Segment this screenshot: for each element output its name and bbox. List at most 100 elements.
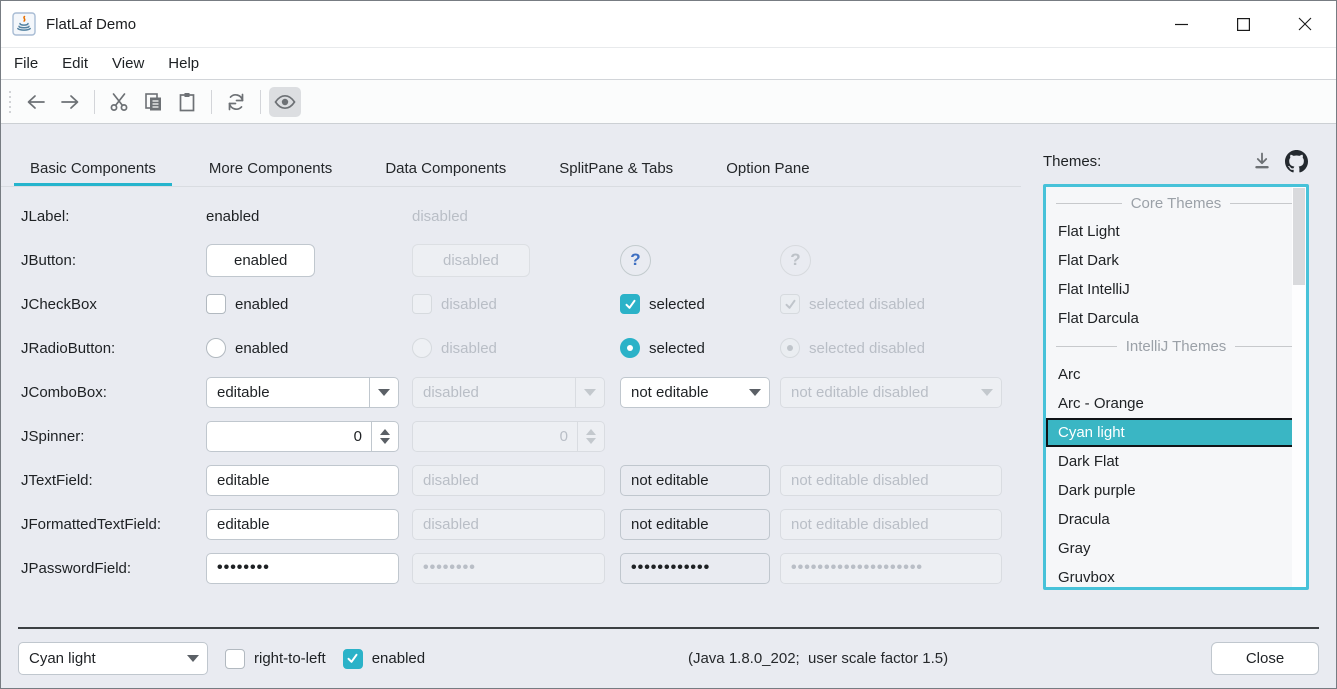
- show-hidden-toggle[interactable]: [269, 87, 301, 117]
- radio-label: selected disabled: [809, 340, 925, 357]
- combobox-not-editable[interactable]: not editable: [620, 377, 770, 408]
- row-label: JFormattedTextField:: [21, 516, 206, 533]
- checkbox-label: selected disabled: [809, 296, 925, 313]
- eye-icon: [282, 98, 288, 104]
- theme-item-gruvbox[interactable]: Gruvbox: [1046, 563, 1306, 590]
- check-icon: [780, 294, 800, 314]
- spinner-value: 0: [413, 428, 577, 445]
- radio-disabled: disabled: [412, 338, 620, 358]
- combobox-dropdown-button[interactable]: [178, 643, 207, 674]
- row-label: JPasswordField:: [21, 560, 206, 577]
- bottom-bar: Cyan light right-to-left enabled (Java 1…: [1, 627, 1336, 688]
- combobox-editable[interactable]: editable: [206, 377, 399, 408]
- enabled-checkbox[interactable]: enabled: [343, 649, 425, 669]
- formatted-field-not-editable-disabled: not editable disabled: [780, 509, 1002, 540]
- theme-item-dark-flat[interactable]: Dark Flat: [1046, 447, 1306, 476]
- help-button[interactable]: ?: [620, 245, 651, 276]
- password-field-editable[interactable]: ••••••••: [206, 553, 399, 584]
- right-to-left-checkbox[interactable]: right-to-left: [225, 649, 326, 669]
- formatted-field-disabled: disabled: [412, 509, 605, 540]
- radio-label: selected: [649, 340, 705, 357]
- theme-item-flat-intellij[interactable]: Flat IntelliJ: [1046, 275, 1306, 304]
- theme-item-flat-light[interactable]: Flat Light: [1046, 217, 1306, 246]
- jbutton-enabled[interactable]: enabled: [206, 244, 315, 277]
- row-label: JCheckBox: [21, 296, 206, 313]
- spinner-value[interactable]: 0: [207, 428, 371, 445]
- jbutton-disabled: disabled: [412, 244, 530, 277]
- check-icon: [620, 294, 640, 314]
- menu-edit[interactable]: Edit: [50, 48, 100, 79]
- title-bar: FlatLaf Demo: [1, 1, 1336, 47]
- toolbar-grip[interactable]: [9, 91, 11, 113]
- spinner-down-icon[interactable]: [380, 438, 390, 444]
- theme-item-flat-darcula[interactable]: Flat Darcula: [1046, 304, 1306, 333]
- spinner-up-icon[interactable]: [380, 429, 390, 435]
- themes-list: Core ThemesFlat LightFlat DarkFlat Intel…: [1046, 187, 1306, 590]
- spinner-disabled: 0: [412, 421, 605, 452]
- radio-enabled[interactable]: enabled: [206, 338, 412, 358]
- github-icon[interactable]: [1283, 149, 1309, 173]
- radio-circle: [206, 338, 226, 358]
- tab-splitpane-tabs[interactable]: SplitPane & Tabs: [543, 150, 689, 186]
- forward-button[interactable]: [54, 87, 86, 117]
- app-window: FlatLaf Demo File Edit View Help: [0, 0, 1337, 689]
- theme-group-header: Core Themes: [1046, 190, 1306, 217]
- spinner-buttons[interactable]: [371, 422, 398, 451]
- theme-item-arc[interactable]: Arc: [1046, 360, 1306, 389]
- content-area: Basic Components More Components Data Co…: [1, 124, 1029, 627]
- close-window-button[interactable]: [1274, 1, 1336, 47]
- menu-view[interactable]: View: [100, 48, 156, 79]
- theme-item-gray[interactable]: Gray: [1046, 534, 1306, 563]
- combobox-not-editable-disabled: not editable disabled: [780, 377, 1002, 408]
- spinner-enabled[interactable]: 0: [206, 421, 399, 452]
- menu-bar: File Edit View Help: [1, 47, 1336, 80]
- checkbox-label: disabled: [441, 296, 497, 313]
- combobox-dropdown-button[interactable]: [740, 378, 769, 407]
- textfield-not-editable-disabled: not editable disabled: [780, 465, 1002, 496]
- refresh-button[interactable]: [220, 87, 252, 117]
- scrollbar-thumb[interactable]: [1293, 188, 1305, 285]
- tab-option-pane[interactable]: Option Pane: [710, 150, 825, 186]
- combobox-dropdown-button: [575, 378, 604, 407]
- themes-scrollbar[interactable]: [1292, 187, 1306, 587]
- download-icon[interactable]: [1249, 149, 1275, 173]
- checkbox-selected[interactable]: selected: [620, 294, 780, 314]
- theme-item-cyan-light[interactable]: Cyan light: [1046, 418, 1306, 447]
- menu-help[interactable]: Help: [156, 48, 211, 79]
- paste-button[interactable]: [171, 87, 203, 117]
- combobox-value: editable: [207, 384, 369, 401]
- close-button[interactable]: Close: [1211, 642, 1319, 675]
- minimize-button[interactable]: [1150, 1, 1212, 47]
- java-icon: [12, 12, 36, 36]
- theme-item-dracula[interactable]: Dracula: [1046, 505, 1306, 534]
- formatted-field-editable[interactable]: editable: [206, 509, 399, 540]
- toolbar-separator: [260, 90, 261, 114]
- radio-selected[interactable]: selected: [620, 338, 780, 358]
- menu-file[interactable]: File: [2, 48, 50, 79]
- combobox-dropdown-button[interactable]: [369, 378, 398, 407]
- chevron-down-icon: [749, 389, 761, 396]
- radio-label: enabled: [235, 340, 288, 357]
- tab-basic-components[interactable]: Basic Components: [14, 150, 172, 186]
- textfield-editable[interactable]: editable: [206, 465, 399, 496]
- theme-item-arc-orange[interactable]: Arc - Orange: [1046, 389, 1306, 418]
- theme-item-flat-dark[interactable]: Flat Dark: [1046, 246, 1306, 275]
- tab-data-components[interactable]: Data Components: [369, 150, 522, 186]
- row-jradiobutton: JRadioButton: enabled disabled selected: [21, 326, 1029, 370]
- back-button[interactable]: [20, 87, 52, 117]
- tab-more-components[interactable]: More Components: [193, 150, 348, 186]
- password-field-disabled: ••••••••: [412, 553, 605, 584]
- status-text: (Java 1.8.0_202; user scale factor 1.5): [425, 650, 1211, 667]
- chevron-down-icon: [981, 389, 993, 396]
- checkbox-enabled[interactable]: enabled: [206, 294, 412, 314]
- copy-button[interactable]: [137, 87, 169, 117]
- maximize-button[interactable]: [1212, 1, 1274, 47]
- row-label: JRadioButton:: [21, 340, 206, 357]
- theme-selector-combobox[interactable]: Cyan light: [18, 642, 208, 675]
- chevron-down-icon: [378, 389, 390, 396]
- row-jformattedtextfield: JFormattedTextField: editable disabled n…: [21, 502, 1029, 546]
- textfield-not-editable: not editable: [620, 465, 770, 496]
- row-jlabel: JLabel: enabled disabled: [21, 194, 1029, 238]
- cut-button[interactable]: [103, 87, 135, 117]
- theme-item-dark-purple[interactable]: Dark purple: [1046, 476, 1306, 505]
